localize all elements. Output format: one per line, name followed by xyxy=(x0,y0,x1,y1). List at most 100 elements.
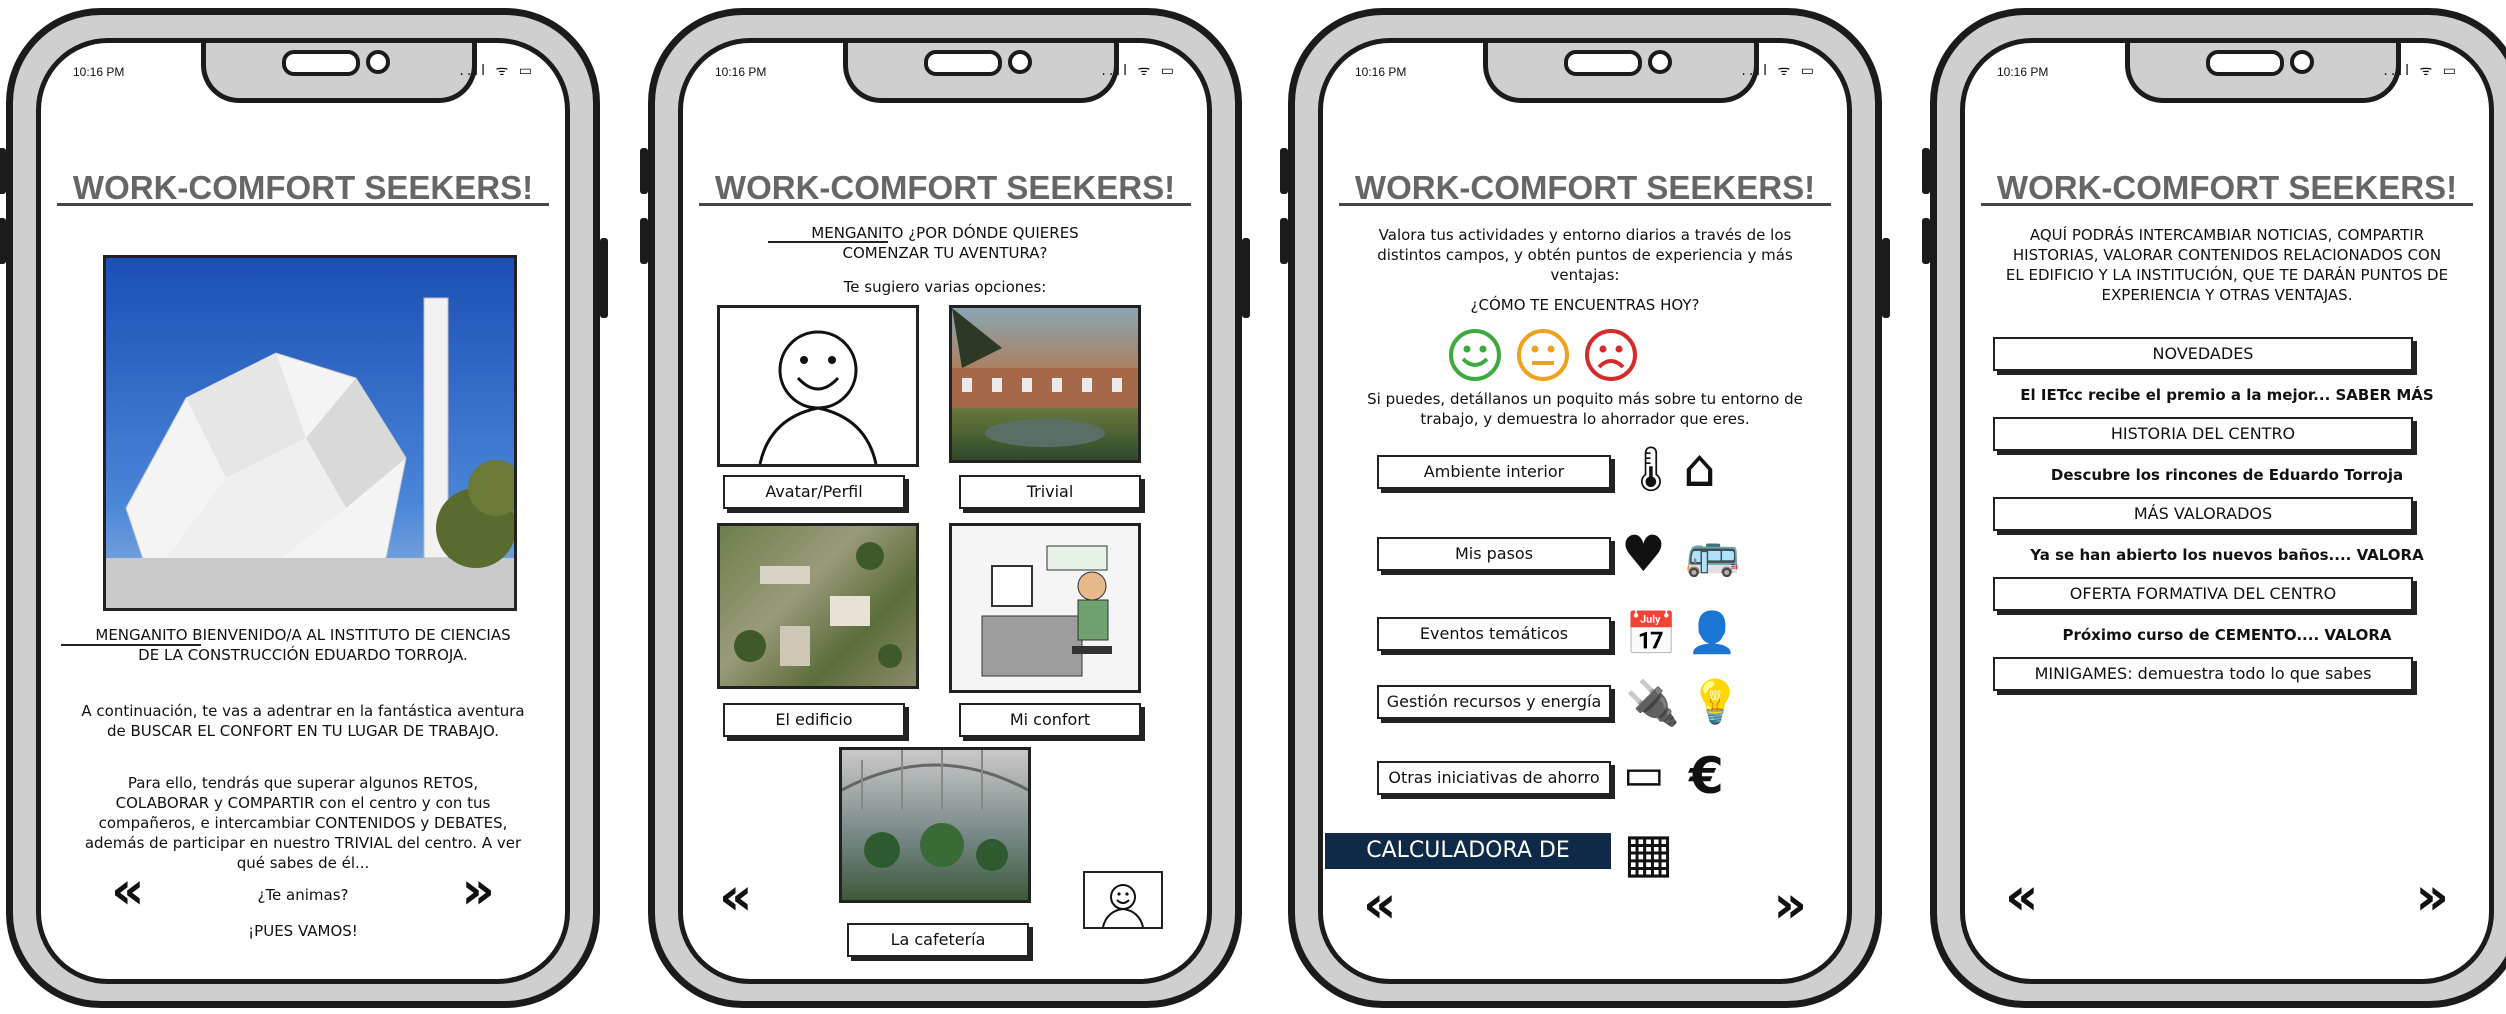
status-icons: ..ıl ᯤ ▭ xyxy=(1741,61,1817,80)
camera-icon xyxy=(2290,50,2314,74)
side-button xyxy=(1242,238,1250,318)
title-divider xyxy=(699,203,1191,206)
app-title: WORK-COMFORT SEEKERS! xyxy=(1996,169,2458,206)
cafeteria-button[interactable]: La cafetería xyxy=(847,923,1029,957)
comfort-photo[interactable] xyxy=(949,523,1141,693)
camera-icon xyxy=(1008,50,1032,74)
themed-events-button[interactable]: Eventos temáticos xyxy=(1377,617,1611,651)
prev-arrow[interactable]: « xyxy=(719,871,753,923)
signal-icon: ..ıl xyxy=(459,63,489,79)
notch xyxy=(843,43,1119,103)
lightbulb-icon[interactable]: 💡 xyxy=(1689,677,1741,727)
wifi-icon: ᯤ xyxy=(1137,63,1154,79)
next-arrow[interactable]: » xyxy=(461,865,495,917)
bus-icon[interactable]: 🚌 xyxy=(1685,527,1740,579)
most-rated-button[interactable]: MÁS VALORADOS xyxy=(1993,497,2413,531)
happy-face-icon[interactable] xyxy=(1447,327,1503,383)
prev-arrow[interactable]: « xyxy=(111,865,145,917)
camera-icon xyxy=(1648,50,1672,74)
speaker-icon xyxy=(1564,50,1642,76)
app-title: WORK-COMFORT SEEKERS! xyxy=(714,169,1176,206)
speaker-icon xyxy=(2206,50,2284,76)
details-text: Para ello, tendrás que superar algunos R… xyxy=(84,774,522,872)
signal-icon: ..ıl xyxy=(2383,63,2413,79)
question-text: ¿Te animas? xyxy=(257,886,349,904)
title-divider xyxy=(1981,203,2473,206)
indoor-environment-button[interactable]: Ambiente interior xyxy=(1377,455,1611,489)
side-button xyxy=(1280,218,1288,264)
mini-avatar-button[interactable] xyxy=(1083,871,1163,929)
screen: 10:16 PM ..ıl ᯤ ▭ WORK-COMFORT SEEKERS! … xyxy=(36,38,570,984)
notch xyxy=(1483,43,1759,103)
title-divider xyxy=(57,203,549,206)
heading-underline xyxy=(768,241,888,243)
speaker-icon xyxy=(924,50,1002,76)
avatar-profile-button[interactable]: Avatar/Perfil xyxy=(723,475,905,509)
phone-evaluation: 10:16 PM ..ıl ᯤ ▭ WORK-COMFORT SEEKERS! … xyxy=(1280,8,1890,1008)
speaker-icon xyxy=(282,50,360,76)
start-link[interactable]: ¡PUES VAMOS! xyxy=(191,921,415,941)
sad-face-icon[interactable] xyxy=(1583,327,1639,383)
screen: 10:16 PM ..ıl ᯤ ▭ WORK-COMFORT SEEKERS! … xyxy=(678,38,1212,984)
building-photo xyxy=(103,255,517,611)
euro-icon[interactable]: € xyxy=(1689,747,1724,805)
next-arrow[interactable]: » xyxy=(2415,871,2449,923)
my-steps-button[interactable]: Mis pasos xyxy=(1377,537,1611,571)
heartbeat-icon[interactable]: ♥ xyxy=(1621,525,1666,583)
prev-arrow[interactable]: « xyxy=(2005,871,2039,923)
prev-arrow[interactable]: « xyxy=(1363,879,1397,931)
savings-initiatives-button[interactable]: Otras iniciativas de ahorro xyxy=(1377,761,1611,795)
status-time: 10:16 PM xyxy=(715,65,767,79)
menu-heading: MENGANITO ¿POR DÓNDE QUIERES COMENZAR TU… xyxy=(811,224,1079,262)
most-rated-teaser[interactable]: Ya se han abierto los nuevos baños.... V… xyxy=(1975,545,2479,565)
neutral-face-icon[interactable] xyxy=(1515,327,1571,383)
training-offer-button[interactable]: OFERTA FORMATIVA DEL CENTRO xyxy=(1993,577,2413,611)
office-worker-illustration xyxy=(981,545,1112,677)
cafeteria-photo[interactable] xyxy=(839,747,1031,903)
side-button xyxy=(1922,218,1930,264)
trivial-button[interactable]: Trivial xyxy=(959,475,1141,509)
building-button[interactable]: El edificio xyxy=(723,703,905,737)
news-button[interactable]: NOVEDADES xyxy=(1993,337,2413,371)
screen: 10:16 PM ..ıl ᯤ ▭ WORK-COMFORT SEEKERS! … xyxy=(1318,38,1852,984)
my-comfort-button[interactable]: Mi confort xyxy=(959,703,1141,737)
aerial-photo[interactable] xyxy=(717,523,919,689)
minigames-button[interactable]: MINIGAMES: demuestra todo lo que sabes xyxy=(1993,657,2413,691)
news-teaser[interactable]: El IETcc recibe el premio a la mejor... … xyxy=(1975,385,2479,405)
wifi-icon: ᯤ xyxy=(2419,63,2436,79)
battery-icon: ▭ xyxy=(2442,63,2459,79)
history-button[interactable]: HISTORIA DEL CENTRO xyxy=(1993,417,2413,451)
contacts-icon[interactable]: 👤 xyxy=(1687,609,1737,656)
notch xyxy=(2125,43,2401,103)
garden-illustration xyxy=(952,308,1138,447)
trivial-photo[interactable] xyxy=(949,305,1141,463)
signal-icon: ..ıl xyxy=(1101,63,1131,79)
building-illustration xyxy=(106,297,514,608)
next-arrow[interactable]: » xyxy=(1773,879,1807,931)
resource-management-button[interactable]: Gestión recursos y energía xyxy=(1377,685,1611,719)
evaluation-intro: Valora tus actividades y entorno diarios… xyxy=(1377,226,1793,284)
smiley-avatar-icon xyxy=(1102,884,1144,928)
savings-calculator-button[interactable]: CALCULADORA DE AHORRO xyxy=(1325,833,1611,899)
phone-welcome: 10:16 PM ..ıl ᯤ ▭ WORK-COMFORT SEEKERS! … xyxy=(0,8,608,1008)
app-title: WORK-COMFORT SEEKERS! xyxy=(72,169,534,206)
battery-low-icon[interactable]: ▭ xyxy=(1623,749,1665,800)
avatar-card[interactable] xyxy=(717,305,919,467)
home-icon[interactable]: ⌂ xyxy=(1683,439,1716,499)
cafeteria-illustration xyxy=(842,750,1028,871)
thermometer-icon[interactable]: 🌡 xyxy=(1623,443,1679,495)
calculator-icon[interactable]: ▦ xyxy=(1623,821,1674,884)
wifi-icon: ᯤ xyxy=(1777,63,1794,79)
calendar-icon[interactable]: 📅 xyxy=(1625,609,1677,659)
status-time: 10:16 PM xyxy=(73,65,125,79)
app-title: WORK-COMFORT SEEKERS! xyxy=(1354,169,1816,206)
phone-community: 10:16 PM ..ıl ᯤ ▭ WORK-COMFORT SEEKERS! … xyxy=(1922,8,2506,1008)
plug-icon[interactable]: 🔌 xyxy=(1625,677,1680,729)
signal-icon: ..ıl xyxy=(1741,63,1771,79)
side-button xyxy=(1922,148,1930,194)
history-teaser[interactable]: Descubre los rincones de Eduardo Torroja xyxy=(1975,465,2479,485)
campus-illustration xyxy=(734,542,902,668)
training-teaser[interactable]: Próximo curso de CEMENTO.... VALORA xyxy=(1975,625,2479,645)
side-button xyxy=(1882,238,1890,318)
side-button xyxy=(640,148,648,194)
